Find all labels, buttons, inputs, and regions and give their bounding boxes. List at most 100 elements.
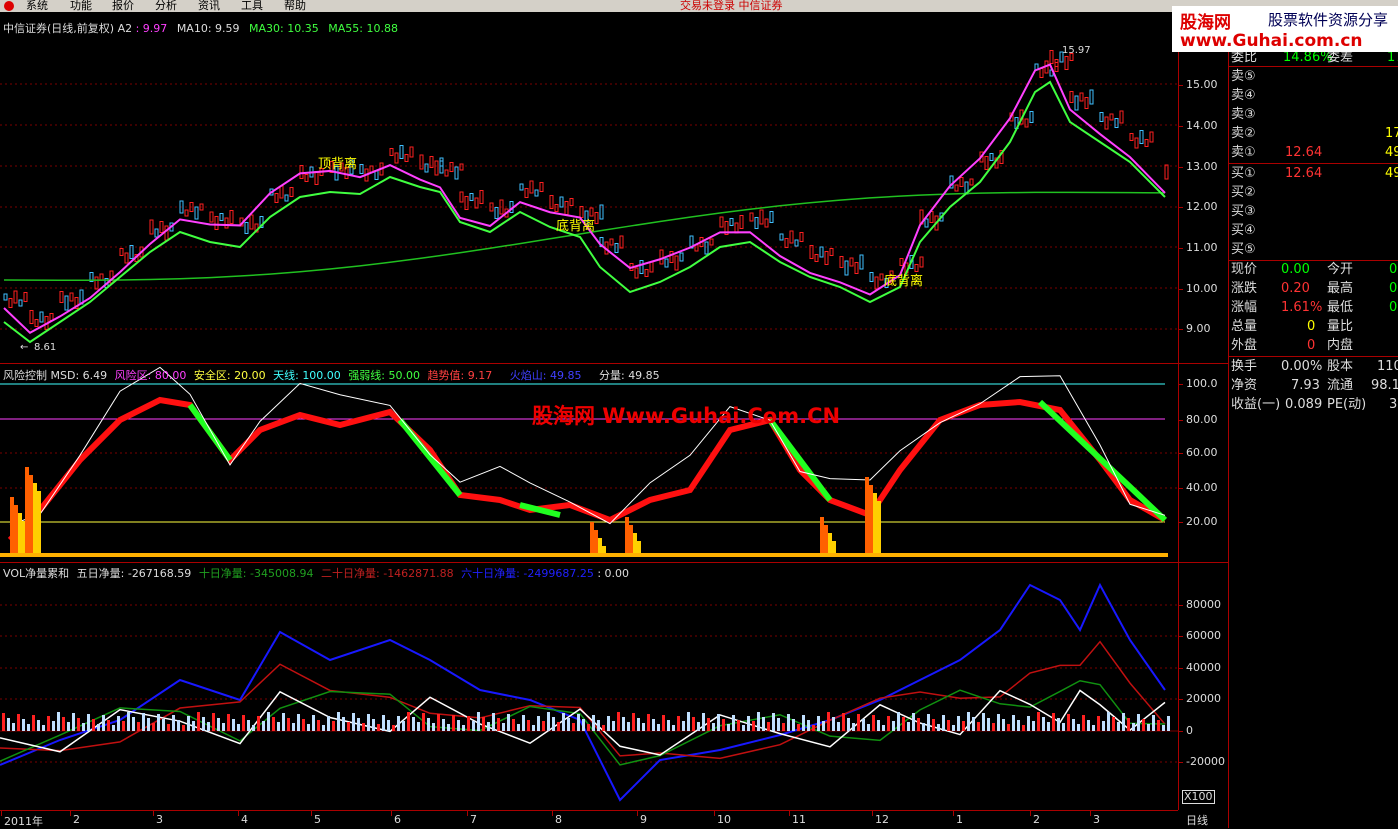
unit-button[interactable]: X100 [1182, 790, 1215, 804]
volume-bar [822, 721, 825, 731]
ask-row[interactable]: 卖② 17 [1231, 124, 1398, 143]
volume-bar [767, 722, 770, 731]
candlestick [609, 238, 614, 246]
ma55-value: 10.88 [366, 22, 398, 35]
volume-bar [602, 725, 605, 731]
volume-bar [202, 717, 205, 731]
volume-bar [637, 718, 640, 731]
candlestick [39, 311, 44, 323]
ma30-value: 10.35 [287, 22, 319, 35]
volume-bar [947, 720, 950, 731]
volume-bar [432, 723, 435, 731]
brand-banner: 股海网 股票软件资源分享 www.Guhai.com.cn [1172, 6, 1398, 52]
stat-row: 涨跌 0.20 最高 0. [1231, 279, 1398, 298]
volcano-bar [877, 501, 881, 557]
volume-bar [1087, 720, 1090, 731]
date-label: 2011年 [1, 811, 43, 828]
volume-bar [1027, 716, 1030, 731]
fund-label: 流通 [1327, 378, 1354, 393]
volume-bar [52, 721, 55, 731]
volume-bar [792, 719, 795, 731]
volume-bar [382, 715, 385, 731]
candlestick [34, 319, 39, 327]
volume-bar [142, 713, 145, 731]
trend-label: 趋势值: [427, 369, 465, 382]
date-label: 1 [953, 811, 963, 826]
volume-bar [242, 715, 245, 731]
candlestick [929, 211, 934, 223]
volume-bar [592, 715, 595, 731]
ask-row[interactable]: 卖③ [1231, 105, 1398, 124]
volume-bar [907, 722, 910, 731]
trend-value: 9.17 [467, 369, 493, 382]
volume-bar [1072, 719, 1075, 731]
candlestick [749, 212, 754, 222]
candlestick [244, 222, 249, 234]
bid-row[interactable]: 买① 12.64 49 [1231, 164, 1398, 183]
bid-row[interactable]: 买③ [1231, 202, 1398, 221]
volume-bar [787, 714, 790, 731]
stat-value: 0.20 [1281, 281, 1310, 296]
volume-bar [167, 724, 170, 731]
ask-row[interactable]: 卖⑤ [1231, 67, 1398, 86]
candlestick [494, 207, 499, 219]
high-price-label: 15.97 [1062, 45, 1091, 56]
volume-bar [272, 717, 275, 731]
volume-bar [572, 723, 575, 731]
candlestick [1074, 95, 1079, 111]
volume-bar [1047, 722, 1050, 731]
volcano-bar [820, 517, 824, 557]
volume-bar [1082, 715, 1085, 731]
volume-bar [977, 722, 980, 731]
volume-bar [847, 718, 850, 731]
bid-row[interactable]: 买② [1231, 183, 1398, 202]
volcano-bar [33, 483, 37, 557]
volume-bar [932, 719, 935, 731]
volume-bar [302, 719, 305, 731]
volume-bar [662, 715, 665, 731]
volume-bar [172, 715, 175, 731]
candlestick [479, 190, 484, 204]
candlestick [814, 254, 819, 262]
candlestick [1099, 112, 1104, 122]
volume-bar [1067, 714, 1070, 731]
volume-bar [912, 713, 915, 731]
volume-bar [67, 722, 70, 731]
volume-bar [717, 714, 720, 731]
ask-row[interactable]: 卖④ [1231, 86, 1398, 105]
volume-bar [897, 712, 900, 731]
volume-bar [757, 712, 760, 731]
stat-label: 最高 [1327, 281, 1354, 296]
volume-bar [32, 715, 35, 731]
bid-label: 买③ [1231, 204, 1256, 219]
volume-bar [987, 718, 990, 731]
volume-bar [827, 712, 830, 731]
volume-bar [972, 717, 975, 731]
period-tab[interactable]: 日线 [1186, 812, 1208, 828]
volume-bar [562, 713, 565, 731]
volume-bar [542, 721, 545, 731]
candlestick [154, 228, 159, 238]
candlestick [304, 174, 309, 182]
volume-bar [462, 725, 465, 731]
safe-value: 20.00 [234, 369, 266, 382]
stat-value: 0. [1389, 262, 1398, 277]
date-label: 5 [311, 811, 321, 826]
volume-bar [672, 725, 675, 731]
volume-bar [347, 722, 350, 731]
bid-row[interactable]: 买⑤ [1231, 240, 1398, 259]
volume-bar [412, 717, 415, 731]
extra-value: : 0.00 [597, 567, 630, 580]
brand-tagline: 股票软件资源分享 [1268, 11, 1389, 29]
candlestick [859, 254, 864, 270]
fund-value: 0.00% [1281, 359, 1323, 374]
bid-row[interactable]: 买④ [1231, 221, 1398, 240]
candlestick [184, 209, 189, 217]
candlestick [1144, 139, 1149, 147]
candlestick [554, 204, 559, 212]
candlestick [94, 276, 99, 290]
volume-bar [377, 724, 380, 731]
candlestick [729, 218, 734, 226]
date-label: 3 [1090, 811, 1100, 826]
ask-row[interactable]: 卖① 12.64 49 [1231, 143, 1398, 162]
